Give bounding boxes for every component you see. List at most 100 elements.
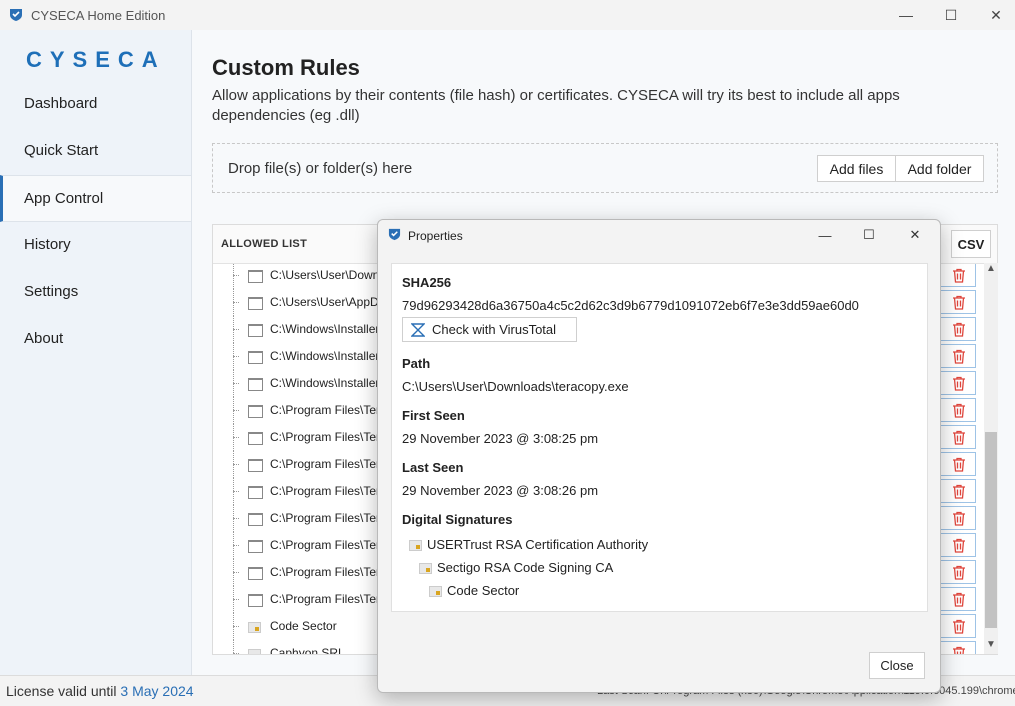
delete-rule-button[interactable] (940, 371, 976, 395)
signature-item[interactable]: Code Sector (429, 583, 519, 598)
certificate-icon (419, 563, 432, 574)
list-scrollbar[interactable]: ▲ ▼ (984, 263, 998, 654)
scroll-thumb[interactable] (985, 432, 997, 628)
nav-app-control[interactable]: App Control (0, 175, 191, 222)
delete-rule-button[interactable] (940, 560, 976, 584)
check-virustotal-button[interactable]: Check with VirusTotal (402, 317, 577, 342)
delete-rule-button[interactable] (940, 479, 976, 503)
file-icon (248, 594, 263, 607)
scroll-down-icon[interactable]: ▼ (985, 639, 997, 653)
file-drop-zone[interactable]: Drop file(s) or folder(s) here Add files… (212, 143, 998, 193)
nav-quick-start[interactable]: Quick Start (0, 127, 191, 174)
nav-label: History (24, 236, 71, 253)
delete-rule-button[interactable] (940, 641, 976, 654)
close-window-button[interactable]: ✕ (973, 0, 1015, 30)
tree-connector (233, 275, 239, 276)
dialog-maximize-button[interactable]: ☐ (846, 220, 892, 250)
row-path: C:\Windows\Installer (270, 349, 380, 363)
delete-rule-button[interactable] (940, 317, 976, 341)
dialog-close-x-button[interactable]: ✕ (892, 220, 938, 250)
delete-rule-button[interactable] (940, 290, 976, 314)
file-icon (248, 297, 263, 310)
nav-label: Settings (24, 283, 79, 300)
nav-dashboard[interactable]: Dashboard (0, 80, 191, 127)
minimize-icon: — (899, 7, 913, 23)
row-path: C:\Program Files\Tera (270, 430, 387, 444)
path-label: Path (402, 356, 431, 371)
file-icon (248, 351, 263, 364)
delete-rule-button[interactable] (940, 452, 976, 476)
file-icon (248, 486, 263, 499)
nav-about[interactable]: About (0, 315, 191, 362)
delete-rule-button[interactable] (940, 614, 976, 638)
virustotal-icon (411, 322, 425, 337)
last-seen-label: Last Seen (402, 460, 464, 475)
virustotal-label: Check with VirusTotal (432, 322, 557, 337)
tree-connector (233, 653, 239, 654)
delete-rule-button[interactable] (940, 533, 976, 557)
first-seen-label: First Seen (402, 408, 465, 423)
add-folder-button[interactable]: Add folder (895, 155, 984, 182)
row-path: C:\Program Files\Tera (270, 511, 387, 525)
file-icon (248, 378, 263, 391)
signature-item[interactable]: USERTrust RSA Certification Authority (409, 537, 649, 552)
delete-rule-button[interactable] (940, 398, 976, 422)
trash-icon (953, 619, 965, 634)
tree-connector (233, 329, 239, 330)
cyseca-logo: CYSECA (26, 47, 166, 72)
properties-panel: SHA256 79d96293428d6a36750a4c5c2d62c3d9b… (391, 263, 928, 612)
trash-icon (953, 430, 965, 445)
properties-dialog: Properties — ☐ ✕ SHA256 79d96293428d6a36… (377, 219, 941, 693)
row-path: C:\Program Files\Tera (270, 403, 387, 417)
row-path: C:\Program Files\Tera (270, 538, 387, 552)
tree-connector (233, 518, 239, 519)
close-icon: ✕ (909, 227, 921, 242)
file-icon (248, 513, 263, 526)
page-description: Allow applications by their contents (fi… (212, 87, 900, 124)
maximize-button[interactable]: ☐ (928, 0, 974, 30)
trash-icon (953, 457, 965, 472)
maximize-icon: ☐ (944, 6, 958, 23)
tree-line (233, 264, 235, 289)
nav-label: App Control (24, 190, 104, 207)
sha256-label: SHA256 (402, 275, 452, 290)
allowed-list-label: ALLOWED LIST (221, 238, 308, 250)
tree-connector (233, 383, 239, 384)
row-path: C:\Program Files\Tera (270, 592, 387, 606)
add-files-button[interactable]: Add files (817, 155, 896, 182)
tree-line (233, 640, 235, 654)
delete-rule-button[interactable] (940, 344, 976, 368)
row-path: Code Sector (270, 619, 337, 633)
tree-connector (233, 356, 239, 357)
trash-icon (953, 646, 965, 654)
delete-rule-button[interactable] (940, 587, 976, 611)
row-path: Caphyon SRL (270, 646, 345, 654)
dialog-title: Properties (408, 229, 463, 243)
signature-item[interactable]: Sectigo RSA Code Signing CA (419, 560, 613, 575)
nav-settings[interactable]: Settings (0, 268, 191, 315)
tree-connector (233, 464, 239, 465)
drop-hint: Drop file(s) or folder(s) here (228, 160, 413, 177)
certificate-icon (248, 622, 261, 633)
signature-name: USERTrust RSA Certification Authority (427, 537, 649, 552)
dialog-close-button[interactable]: Close (869, 652, 925, 679)
nav-history[interactable]: History (0, 221, 191, 268)
trash-icon (953, 538, 965, 553)
certificate-icon (248, 649, 261, 654)
file-icon (248, 405, 263, 418)
trash-icon (953, 484, 965, 499)
row-path: C:\Windows\Installer (270, 322, 380, 336)
delete-rule-button[interactable] (940, 506, 976, 530)
scroll-up-icon[interactable]: ▲ (985, 263, 997, 277)
maximize-icon: ☐ (863, 227, 875, 242)
tree-connector (233, 545, 239, 546)
tree-connector (233, 437, 239, 438)
trash-icon (953, 592, 965, 607)
delete-rule-button[interactable] (940, 425, 976, 449)
dialog-title-bar: Properties — ☐ ✕ (378, 220, 940, 250)
row-path: C:\Program Files\Tera (270, 457, 387, 471)
csv-export-button[interactable]: CSV (951, 230, 991, 258)
delete-rule-button[interactable] (940, 264, 976, 287)
dialog-minimize-button[interactable]: — (802, 220, 848, 250)
minimize-button[interactable]: — (883, 0, 929, 30)
